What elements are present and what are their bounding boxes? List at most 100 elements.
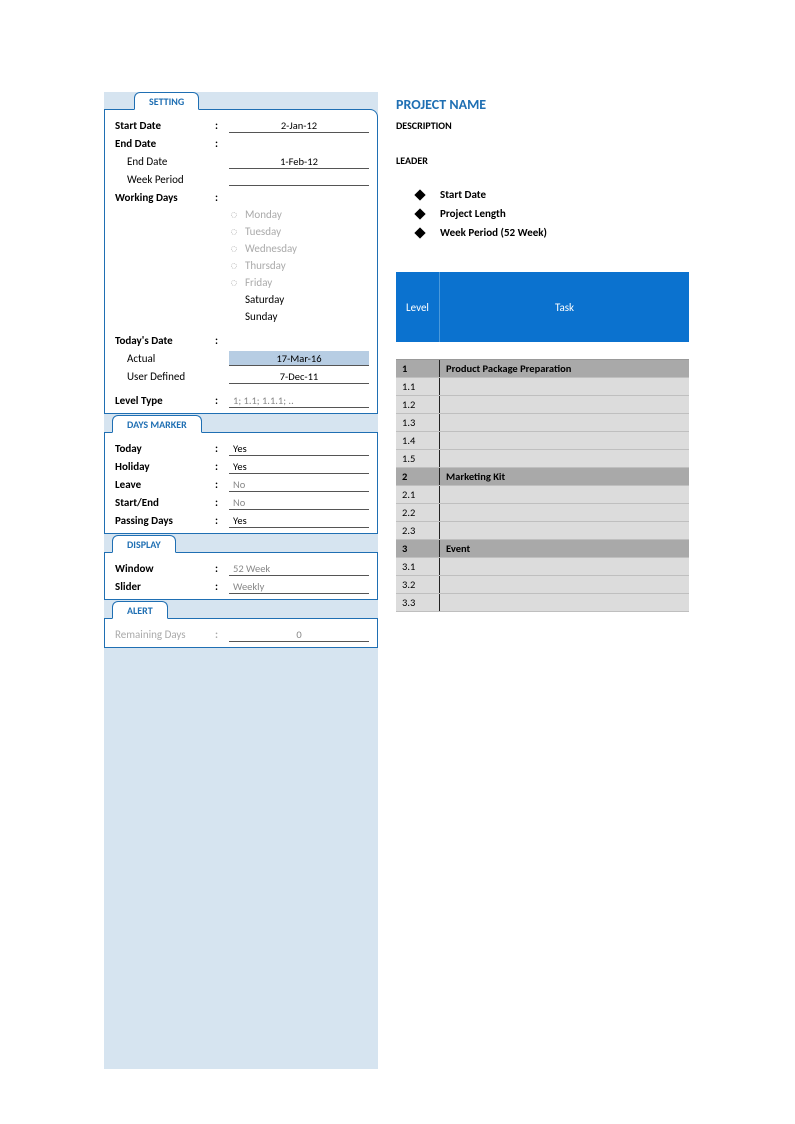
alert-remaining-field[interactable]: 0 bbox=[229, 627, 369, 642]
table-row[interactable]: 1.2 bbox=[396, 396, 689, 414]
working-day-option[interactable]: Sunday bbox=[229, 308, 369, 325]
tab-display-label: DISPLAY bbox=[112, 535, 176, 553]
user-defined-field[interactable]: 7-Dec-11 bbox=[229, 369, 369, 384]
task-table-header: Level Task bbox=[396, 272, 689, 342]
table-row[interactable]: 3.1 bbox=[396, 558, 689, 576]
table-row[interactable]: 2.1 bbox=[396, 486, 689, 504]
radio-icon bbox=[229, 278, 239, 288]
working-day-option[interactable]: Wednesday bbox=[229, 240, 369, 257]
table-row[interactable]: 1.3 bbox=[396, 414, 689, 432]
cell-level: 3.2 bbox=[396, 576, 440, 593]
section-display: Window : 52 Week Slider : Weekly bbox=[104, 552, 378, 600]
table-gap-row bbox=[396, 342, 689, 360]
cell-level: 1.2 bbox=[396, 396, 440, 413]
table-row[interactable]: 3.2 bbox=[396, 576, 689, 594]
marker-today-field[interactable]: Yes bbox=[229, 441, 369, 456]
table-row[interactable]: 3.3 bbox=[396, 594, 689, 612]
cell-task bbox=[440, 432, 689, 449]
end-date-label: End Date bbox=[115, 155, 215, 168]
section-setting: Start Date : 2-Jan-12 End Date : End Dat… bbox=[104, 109, 378, 414]
tab-alert[interactable]: ALERT bbox=[104, 601, 378, 619]
project-info-list: Start Date Project Length Week Period (5… bbox=[396, 185, 696, 242]
tab-display[interactable]: DISPLAY bbox=[104, 535, 378, 553]
cell-task: Marketing Kit bbox=[440, 468, 689, 485]
level-type-field[interactable]: 1; 1.1; 1.1.1; .. bbox=[229, 393, 369, 408]
cell-task bbox=[440, 378, 689, 395]
diamond-icon bbox=[414, 208, 425, 219]
project-panel: PROJECT NAME DESCRIPTION LEADER Start Da… bbox=[396, 92, 696, 612]
tab-setting[interactable]: SETTING bbox=[104, 92, 378, 110]
marker-holiday-field[interactable]: Yes bbox=[229, 459, 369, 474]
marker-passing-field[interactable]: Yes bbox=[229, 513, 369, 528]
cell-task bbox=[440, 558, 689, 575]
display-slider-field[interactable]: Weekly bbox=[229, 579, 369, 594]
actual-label: Actual bbox=[115, 352, 215, 365]
cell-level: 1.3 bbox=[396, 414, 440, 431]
week-period-field[interactable] bbox=[229, 172, 369, 186]
cell-level: 1 bbox=[396, 360, 440, 377]
project-name: PROJECT NAME bbox=[396, 96, 696, 113]
user-defined-label: User Defined bbox=[115, 370, 215, 383]
marker-leave-label: Leave bbox=[115, 478, 215, 491]
table-row[interactable]: 1.4 bbox=[396, 432, 689, 450]
cell-task bbox=[440, 504, 689, 521]
radio-icon bbox=[229, 261, 239, 271]
cell-level: 1.1 bbox=[396, 378, 440, 395]
marker-today-label: Today bbox=[115, 442, 215, 455]
info-week-period: Week Period (52 Week) bbox=[416, 223, 696, 242]
table-row[interactable]: 2Marketing Kit bbox=[396, 468, 689, 486]
marker-startend-label: Start/End bbox=[115, 496, 215, 509]
cell-level: 3.3 bbox=[396, 594, 440, 611]
cell-task bbox=[440, 414, 689, 431]
section-days-marker: Today : Yes Holiday : Yes Leave : No Sta… bbox=[104, 432, 378, 534]
tab-alert-label: ALERT bbox=[112, 601, 168, 619]
end-date-field[interactable]: 1-Feb-12 bbox=[229, 154, 369, 169]
cell-task: Event bbox=[440, 540, 689, 557]
section-alert: Remaining Days : 0 bbox=[104, 618, 378, 648]
today-date-label: Today's Date bbox=[115, 334, 215, 347]
cell-task bbox=[440, 576, 689, 593]
table-row[interactable]: 3Event bbox=[396, 540, 689, 558]
settings-panel: SETTING Start Date : 2-Jan-12 End Date :… bbox=[104, 92, 378, 1069]
working-day-option[interactable]: Tuesday bbox=[229, 223, 369, 240]
marker-leave-field[interactable]: No bbox=[229, 477, 369, 492]
working-day-option[interactable]: Thursday bbox=[229, 257, 369, 274]
tab-days-marker-label: DAYS MARKER bbox=[112, 415, 202, 433]
marker-startend-field[interactable]: No bbox=[229, 495, 369, 510]
project-leader: LEADER bbox=[396, 154, 696, 167]
radio-icon bbox=[229, 227, 239, 237]
actual-date-field[interactable]: 17-Mar-16 bbox=[229, 351, 369, 366]
cell-task: Product Package Preparation bbox=[440, 360, 689, 377]
info-start-date: Start Date bbox=[416, 185, 696, 204]
working-day-option[interactable]: Friday bbox=[229, 274, 369, 291]
tab-setting-label: SETTING bbox=[134, 92, 199, 110]
radio-icon bbox=[229, 210, 239, 220]
table-row[interactable]: 2.2 bbox=[396, 504, 689, 522]
cell-level: 2 bbox=[396, 468, 440, 485]
cell-level: 1.5 bbox=[396, 450, 440, 467]
table-row[interactable]: 1.1 bbox=[396, 378, 689, 396]
working-days-label: Working Days bbox=[115, 191, 215, 204]
cell-level: 3 bbox=[396, 540, 440, 557]
info-project-length: Project Length bbox=[416, 204, 696, 223]
tab-days-marker[interactable]: DAYS MARKER bbox=[104, 415, 378, 433]
cell-task bbox=[440, 522, 689, 539]
table-row[interactable]: 2.3 bbox=[396, 522, 689, 540]
working-day-option[interactable]: Monday bbox=[229, 206, 369, 223]
week-period-label: Week Period bbox=[115, 173, 215, 186]
cell-task bbox=[440, 396, 689, 413]
task-table: Level Task 1Product Package Preparation1… bbox=[396, 272, 689, 612]
display-window-field[interactable]: 52 Week bbox=[229, 561, 369, 576]
marker-passing-label: Passing Days bbox=[115, 514, 215, 527]
project-description: DESCRIPTION bbox=[396, 119, 696, 132]
cell-level: 2.2 bbox=[396, 504, 440, 521]
working-day-option[interactable]: Saturday bbox=[229, 291, 369, 308]
table-row[interactable]: 1.5 bbox=[396, 450, 689, 468]
cell-level: 3.1 bbox=[396, 558, 440, 575]
radio-icon bbox=[229, 244, 239, 254]
start-date-field[interactable]: 2-Jan-12 bbox=[229, 118, 369, 133]
table-row[interactable]: 1Product Package Preparation bbox=[396, 360, 689, 378]
display-window-label: Window bbox=[115, 562, 215, 575]
cell-task bbox=[440, 486, 689, 503]
cell-task bbox=[440, 450, 689, 467]
